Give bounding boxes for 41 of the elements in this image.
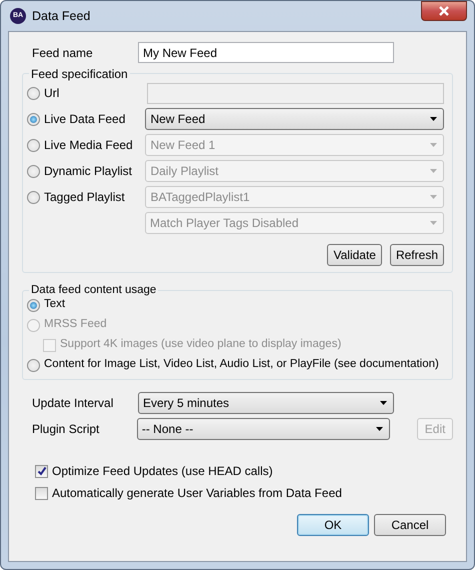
radio-button[interactable] bbox=[27, 190, 40, 204]
checkbox-label: Optimize Feed Updates (use HEAD calls) bbox=[52, 463, 273, 480]
dialog-button[interactable]: Cancel bbox=[374, 514, 446, 536]
radio-label: Live Data Feed bbox=[44, 111, 126, 128]
radio-label: Url bbox=[44, 85, 60, 102]
checkbox[interactable] bbox=[35, 486, 48, 500]
feed-name-field[interactable]: My New Feed bbox=[138, 42, 394, 63]
radio-button[interactable] bbox=[27, 86, 40, 100]
radio-button[interactable] bbox=[27, 138, 40, 152]
radio-label: Dynamic Playlist bbox=[44, 163, 134, 180]
dropdown[interactable]: Every 5 minutes bbox=[138, 392, 394, 414]
dropdown-arrow-icon bbox=[430, 169, 437, 173]
field-label: Plugin Script bbox=[32, 421, 100, 438]
close-button[interactable] bbox=[421, 1, 467, 21]
radio-label: Content for Image List, Video List, Audio List, or PlayFile (see documentation) bbox=[44, 357, 439, 372]
radio-button[interactable] bbox=[27, 358, 40, 372]
dialog-button[interactable]: OK bbox=[297, 514, 369, 536]
dropdown-arrow-icon bbox=[430, 195, 437, 199]
dropdown-arrow-icon bbox=[430, 221, 437, 225]
field-label: Feed name bbox=[32, 44, 94, 62]
field-label: Update Interval bbox=[32, 395, 114, 412]
dialog-button[interactable]: Validate bbox=[327, 244, 382, 266]
radio-label: Text bbox=[44, 297, 66, 312]
dropdown-arrow-icon bbox=[380, 401, 387, 405]
radio-label: Tagged Playlist bbox=[44, 189, 126, 206]
close-icon bbox=[438, 6, 450, 16]
window-title: Data Feed bbox=[32, 8, 90, 25]
checkbox-label: Support 4K images (use video plane to display images) bbox=[60, 337, 342, 352]
checkbox-label: Automatically generate User Variables from Data Feed bbox=[52, 485, 342, 502]
dropdown-arrow-icon bbox=[430, 143, 437, 147]
dropdown-arrow-icon bbox=[430, 117, 437, 121]
dialog-button[interactable]: Refresh bbox=[390, 244, 444, 266]
radio-label: Live Media Feed bbox=[44, 137, 134, 154]
radio-button[interactable] bbox=[27, 112, 40, 126]
radio-label: MRSS Feed bbox=[44, 317, 107, 332]
dropdown-arrow-icon bbox=[376, 427, 384, 431]
radio-button[interactable] bbox=[27, 298, 40, 312]
dropdown[interactable]: New Feed bbox=[145, 108, 444, 130]
dropdown[interactable]: -- None -- bbox=[136, 418, 390, 440]
checkbox[interactable] bbox=[35, 464, 48, 478]
radio-button[interactable] bbox=[27, 164, 40, 178]
